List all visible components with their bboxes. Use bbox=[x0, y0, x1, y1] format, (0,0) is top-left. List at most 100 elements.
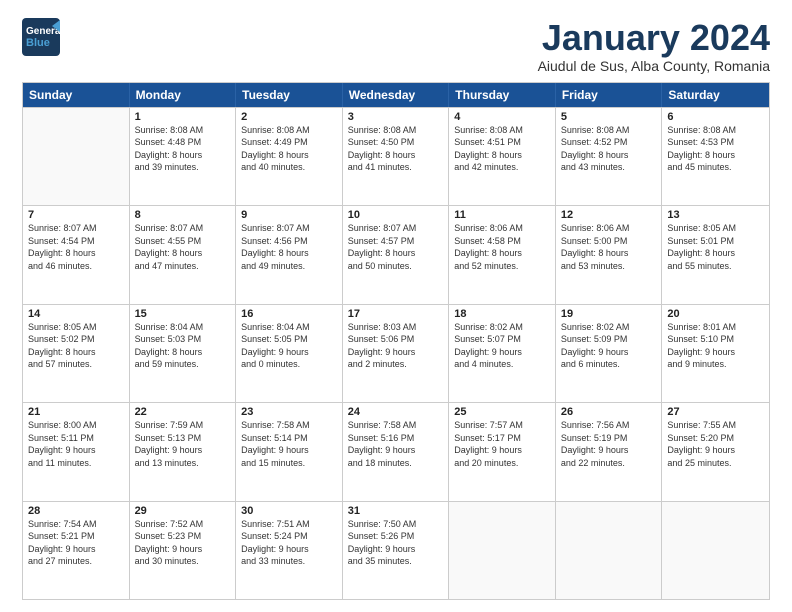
day-cell-25: 25Sunrise: 7:57 AMSunset: 5:17 PMDayligh… bbox=[449, 403, 556, 500]
day-info: Sunrise: 7:50 AMSunset: 5:26 PMDaylight:… bbox=[348, 518, 444, 568]
day-cell-11: 11Sunrise: 8:06 AMSunset: 4:58 PMDayligh… bbox=[449, 206, 556, 303]
day-info: Sunrise: 8:08 AMSunset: 4:51 PMDaylight:… bbox=[454, 124, 550, 174]
empty-cell bbox=[23, 108, 130, 205]
empty-cell bbox=[662, 502, 769, 599]
day-info: Sunrise: 8:06 AMSunset: 4:58 PMDaylight:… bbox=[454, 222, 550, 272]
day-info: Sunrise: 8:07 AMSunset: 4:57 PMDaylight:… bbox=[348, 222, 444, 272]
day-number: 19 bbox=[561, 308, 657, 320]
day-info: Sunrise: 8:01 AMSunset: 5:10 PMDaylight:… bbox=[667, 321, 764, 371]
calendar-header: SundayMondayTuesdayWednesdayThursdayFrid… bbox=[23, 83, 769, 107]
day-cell-23: 23Sunrise: 7:58 AMSunset: 5:14 PMDayligh… bbox=[236, 403, 343, 500]
day-info: Sunrise: 7:51 AMSunset: 5:24 PMDaylight:… bbox=[241, 518, 337, 568]
day-cell-22: 22Sunrise: 7:59 AMSunset: 5:13 PMDayligh… bbox=[130, 403, 237, 500]
day-info: Sunrise: 8:05 AMSunset: 5:02 PMDaylight:… bbox=[28, 321, 124, 371]
calendar-week-5: 28Sunrise: 7:54 AMSunset: 5:21 PMDayligh… bbox=[23, 501, 769, 599]
header: General Blue January 2024 Aiudul de Sus,… bbox=[22, 18, 770, 74]
day-info: Sunrise: 8:04 AMSunset: 5:05 PMDaylight:… bbox=[241, 321, 337, 371]
day-cell-28: 28Sunrise: 7:54 AMSunset: 5:21 PMDayligh… bbox=[23, 502, 130, 599]
day-info: Sunrise: 7:55 AMSunset: 5:20 PMDaylight:… bbox=[667, 419, 764, 469]
day-number: 8 bbox=[135, 209, 231, 221]
day-cell-24: 24Sunrise: 7:58 AMSunset: 5:16 PMDayligh… bbox=[343, 403, 450, 500]
page: General Blue January 2024 Aiudul de Sus,… bbox=[0, 0, 792, 612]
day-info: Sunrise: 7:56 AMSunset: 5:19 PMDaylight:… bbox=[561, 419, 657, 469]
day-number: 20 bbox=[667, 308, 764, 320]
day-number: 25 bbox=[454, 406, 550, 418]
day-cell-15: 15Sunrise: 8:04 AMSunset: 5:03 PMDayligh… bbox=[130, 305, 237, 402]
day-info: Sunrise: 8:08 AMSunset: 4:50 PMDaylight:… bbox=[348, 124, 444, 174]
day-info: Sunrise: 8:07 AMSunset: 4:54 PMDaylight:… bbox=[28, 222, 124, 272]
day-number: 7 bbox=[28, 209, 124, 221]
day-cell-30: 30Sunrise: 7:51 AMSunset: 5:24 PMDayligh… bbox=[236, 502, 343, 599]
day-cell-4: 4Sunrise: 8:08 AMSunset: 4:51 PMDaylight… bbox=[449, 108, 556, 205]
day-info: Sunrise: 8:06 AMSunset: 5:00 PMDaylight:… bbox=[561, 222, 657, 272]
day-info: Sunrise: 8:08 AMSunset: 4:49 PMDaylight:… bbox=[241, 124, 337, 174]
day-header-wednesday: Wednesday bbox=[343, 83, 450, 107]
day-number: 1 bbox=[135, 111, 231, 123]
day-cell-7: 7Sunrise: 8:07 AMSunset: 4:54 PMDaylight… bbox=[23, 206, 130, 303]
day-number: 18 bbox=[454, 308, 550, 320]
day-cell-5: 5Sunrise: 8:08 AMSunset: 4:52 PMDaylight… bbox=[556, 108, 663, 205]
logo: General Blue bbox=[22, 18, 63, 61]
day-info: Sunrise: 8:08 AMSunset: 4:52 PMDaylight:… bbox=[561, 124, 657, 174]
day-number: 9 bbox=[241, 209, 337, 221]
day-cell-19: 19Sunrise: 8:02 AMSunset: 5:09 PMDayligh… bbox=[556, 305, 663, 402]
day-number: 24 bbox=[348, 406, 444, 418]
day-number: 29 bbox=[135, 505, 231, 517]
day-cell-12: 12Sunrise: 8:06 AMSunset: 5:00 PMDayligh… bbox=[556, 206, 663, 303]
day-number: 3 bbox=[348, 111, 444, 123]
calendar-week-4: 21Sunrise: 8:00 AMSunset: 5:11 PMDayligh… bbox=[23, 402, 769, 500]
day-number: 11 bbox=[454, 209, 550, 221]
subtitle: Aiudul de Sus, Alba County, Romania bbox=[538, 58, 770, 74]
day-header-sunday: Sunday bbox=[23, 83, 130, 107]
day-cell-8: 8Sunrise: 8:07 AMSunset: 4:55 PMDaylight… bbox=[130, 206, 237, 303]
day-cell-27: 27Sunrise: 7:55 AMSunset: 5:20 PMDayligh… bbox=[662, 403, 769, 500]
calendar-week-1: 1Sunrise: 8:08 AMSunset: 4:48 PMDaylight… bbox=[23, 107, 769, 205]
day-cell-1: 1Sunrise: 8:08 AMSunset: 4:48 PMDaylight… bbox=[130, 108, 237, 205]
day-info: Sunrise: 8:08 AMSunset: 4:48 PMDaylight:… bbox=[135, 124, 231, 174]
day-info: Sunrise: 8:03 AMSunset: 5:06 PMDaylight:… bbox=[348, 321, 444, 371]
day-info: Sunrise: 8:07 AMSunset: 4:55 PMDaylight:… bbox=[135, 222, 231, 272]
day-info: Sunrise: 7:58 AMSunset: 5:16 PMDaylight:… bbox=[348, 419, 444, 469]
calendar-week-3: 14Sunrise: 8:05 AMSunset: 5:02 PMDayligh… bbox=[23, 304, 769, 402]
day-cell-9: 9Sunrise: 8:07 AMSunset: 4:56 PMDaylight… bbox=[236, 206, 343, 303]
day-info: Sunrise: 8:02 AMSunset: 5:09 PMDaylight:… bbox=[561, 321, 657, 371]
day-cell-29: 29Sunrise: 7:52 AMSunset: 5:23 PMDayligh… bbox=[130, 502, 237, 599]
day-cell-16: 16Sunrise: 8:04 AMSunset: 5:05 PMDayligh… bbox=[236, 305, 343, 402]
day-info: Sunrise: 8:02 AMSunset: 5:07 PMDaylight:… bbox=[454, 321, 550, 371]
day-cell-14: 14Sunrise: 8:05 AMSunset: 5:02 PMDayligh… bbox=[23, 305, 130, 402]
calendar-week-2: 7Sunrise: 8:07 AMSunset: 4:54 PMDaylight… bbox=[23, 205, 769, 303]
day-header-tuesday: Tuesday bbox=[236, 83, 343, 107]
day-info: Sunrise: 8:07 AMSunset: 4:56 PMDaylight:… bbox=[241, 222, 337, 272]
day-number: 10 bbox=[348, 209, 444, 221]
day-number: 2 bbox=[241, 111, 337, 123]
day-cell-17: 17Sunrise: 8:03 AMSunset: 5:06 PMDayligh… bbox=[343, 305, 450, 402]
day-info: Sunrise: 8:08 AMSunset: 4:53 PMDaylight:… bbox=[667, 124, 764, 174]
day-info: Sunrise: 7:54 AMSunset: 5:21 PMDaylight:… bbox=[28, 518, 124, 568]
day-info: Sunrise: 7:59 AMSunset: 5:13 PMDaylight:… bbox=[135, 419, 231, 469]
day-info: Sunrise: 8:05 AMSunset: 5:01 PMDaylight:… bbox=[667, 222, 764, 272]
day-number: 15 bbox=[135, 308, 231, 320]
title-block: January 2024 Aiudul de Sus, Alba County,… bbox=[538, 18, 770, 74]
day-number: 16 bbox=[241, 308, 337, 320]
day-cell-6: 6Sunrise: 8:08 AMSunset: 4:53 PMDaylight… bbox=[662, 108, 769, 205]
day-header-saturday: Saturday bbox=[662, 83, 769, 107]
day-cell-18: 18Sunrise: 8:02 AMSunset: 5:07 PMDayligh… bbox=[449, 305, 556, 402]
svg-text:Blue: Blue bbox=[26, 37, 50, 49]
empty-cell bbox=[449, 502, 556, 599]
logo-icon: General Blue bbox=[22, 18, 60, 56]
calendar-body: 1Sunrise: 8:08 AMSunset: 4:48 PMDaylight… bbox=[23, 107, 769, 599]
day-info: Sunrise: 7:58 AMSunset: 5:14 PMDaylight:… bbox=[241, 419, 337, 469]
empty-cell bbox=[556, 502, 663, 599]
day-cell-3: 3Sunrise: 8:08 AMSunset: 4:50 PMDaylight… bbox=[343, 108, 450, 205]
day-header-thursday: Thursday bbox=[449, 83, 556, 107]
day-cell-20: 20Sunrise: 8:01 AMSunset: 5:10 PMDayligh… bbox=[662, 305, 769, 402]
day-info: Sunrise: 8:00 AMSunset: 5:11 PMDaylight:… bbox=[28, 419, 124, 469]
day-header-monday: Monday bbox=[130, 83, 237, 107]
day-cell-10: 10Sunrise: 8:07 AMSunset: 4:57 PMDayligh… bbox=[343, 206, 450, 303]
day-cell-26: 26Sunrise: 7:56 AMSunset: 5:19 PMDayligh… bbox=[556, 403, 663, 500]
day-cell-2: 2Sunrise: 8:08 AMSunset: 4:49 PMDaylight… bbox=[236, 108, 343, 205]
calendar: SundayMondayTuesdayWednesdayThursdayFrid… bbox=[22, 82, 770, 600]
day-number: 31 bbox=[348, 505, 444, 517]
day-number: 21 bbox=[28, 406, 124, 418]
day-cell-31: 31Sunrise: 7:50 AMSunset: 5:26 PMDayligh… bbox=[343, 502, 450, 599]
